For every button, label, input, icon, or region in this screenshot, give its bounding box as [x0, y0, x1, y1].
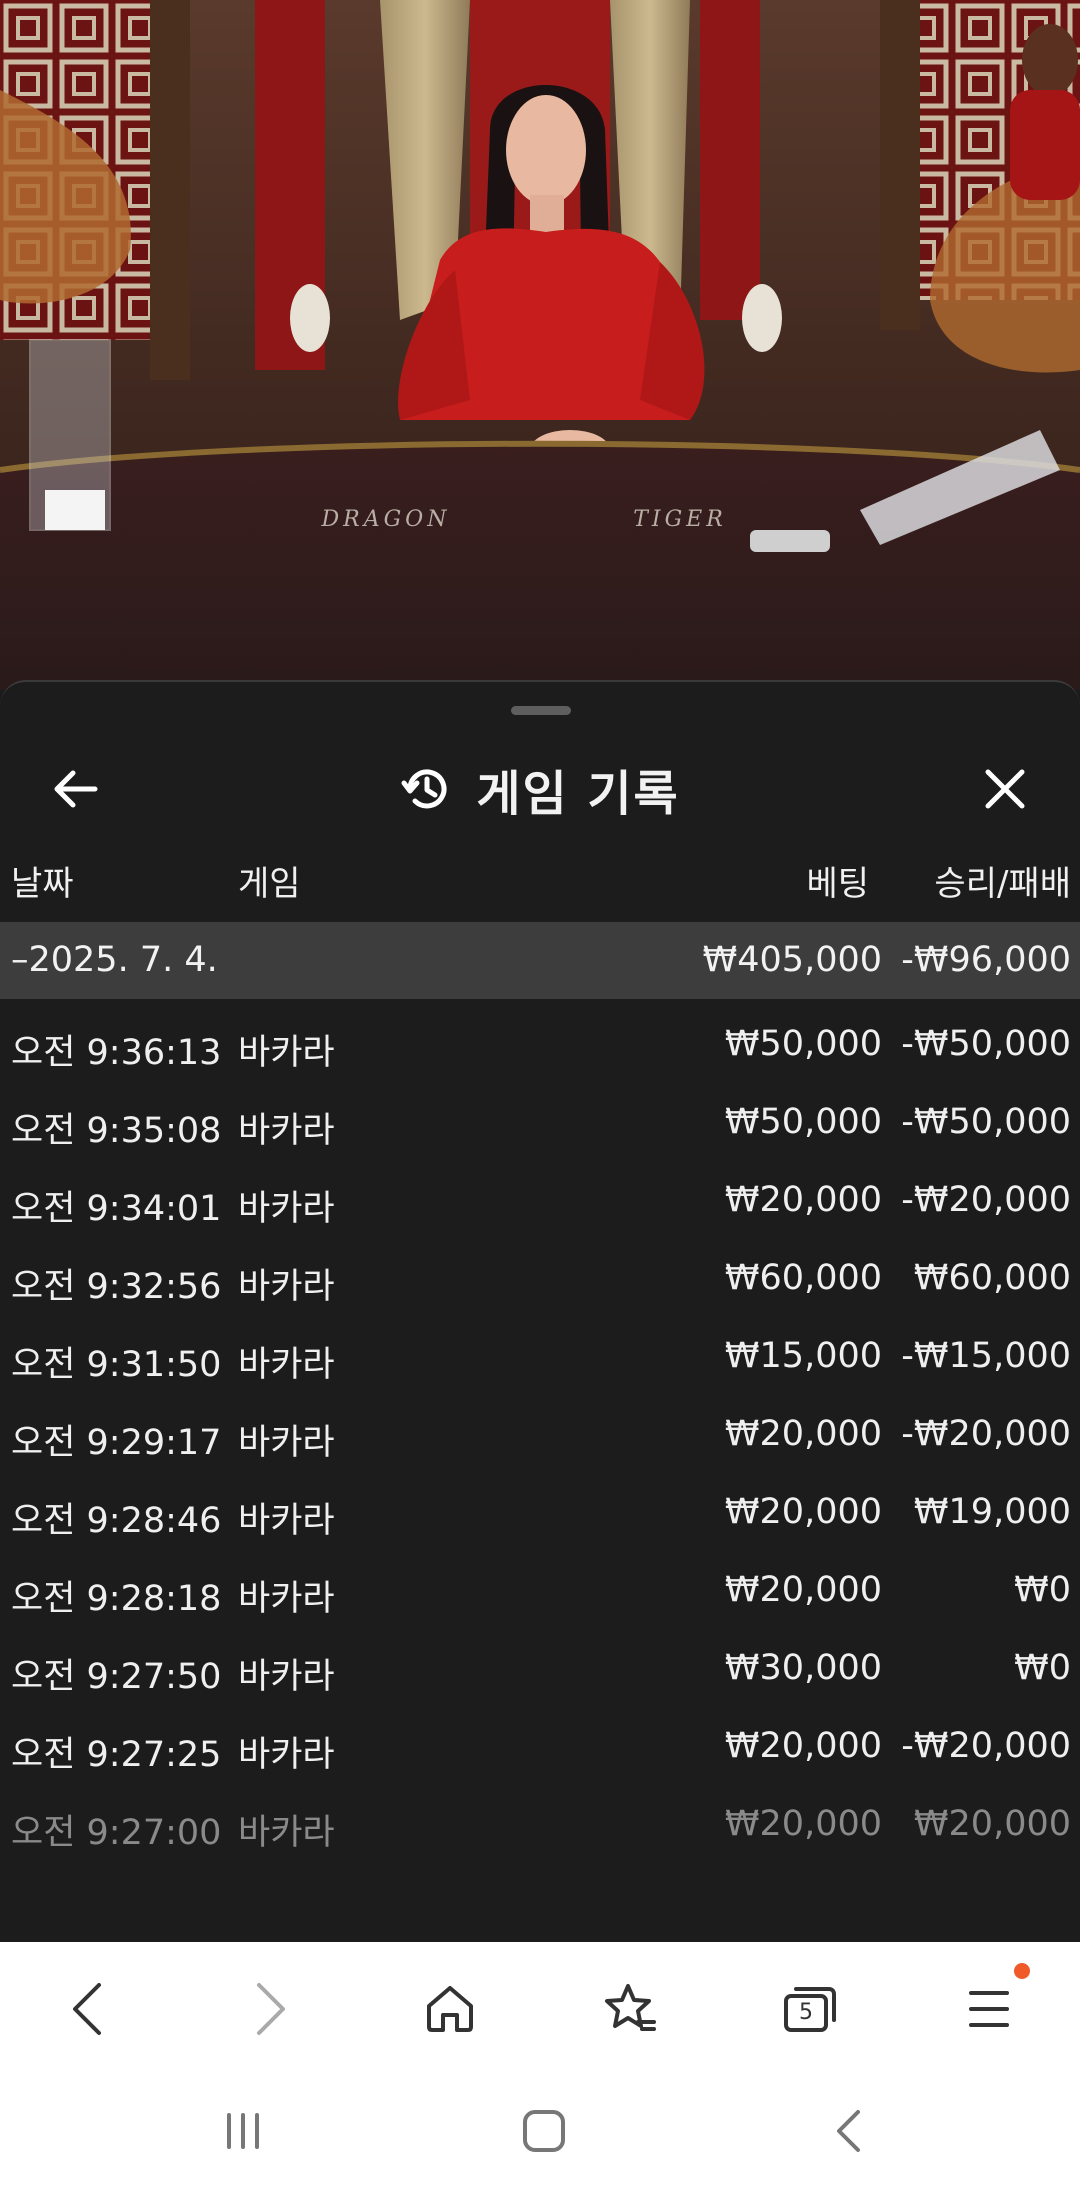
browser-forward-button[interactable]: [226, 1964, 316, 2054]
row-result: ₩0: [1014, 1648, 1071, 1688]
row-time: 오전 9:27:25: [11, 1735, 222, 1775]
tab-count: 5: [799, 1999, 813, 2025]
recent-apps-button[interactable]: [193, 2086, 293, 2176]
row-game: 바카라: [238, 1423, 335, 1463]
dealer-scene-illustration: DRAGON TIGER: [0, 0, 1080, 690]
row-time: 오전 9:29:17: [11, 1423, 222, 1463]
arrow-left-icon: [54, 770, 98, 808]
row-game: 바카라: [238, 1189, 335, 1229]
system-home-button[interactable]: [494, 2086, 594, 2176]
summary-bet-total: ₩405,000: [702, 940, 882, 980]
history-row[interactable]: 오전 9:34:01 바카라 ₩20,000 -₩20,000: [0, 1160, 1080, 1238]
menu-icon: [969, 1991, 1009, 2027]
row-time: 오전 9:32:56: [11, 1267, 222, 1307]
system-back-button[interactable]: [798, 2086, 898, 2176]
row-game: 바카라: [238, 1033, 335, 1073]
row-time: 오전 9:34:01: [11, 1189, 222, 1229]
history-row[interactable]: 오전 9:27:00 바카라 ₩20,000 ₩20,000: [0, 1784, 1080, 1862]
close-icon: [985, 769, 1025, 809]
date-summary-row[interactable]: –2025. 7. 4. ₩405,000 -₩96,000: [0, 922, 1080, 999]
history-row[interactable]: 오전 9:27:50 바카라 ₩30,000 ₩0: [0, 1628, 1080, 1706]
row-result: -₩50,000: [901, 1102, 1071, 1142]
row-time: 오전 9:27:50: [11, 1657, 222, 1697]
tabs-button[interactable]: 5: [765, 1964, 855, 2054]
back-arrow-icon: [73, 1983, 101, 2035]
history-row[interactable]: 오전 9:29:17 바카라 ₩20,000 -₩20,000: [0, 1394, 1080, 1472]
browser-home-button[interactable]: [405, 1964, 495, 2054]
row-result: -₩15,000: [901, 1336, 1071, 1376]
sheet-title: 게임 기록: [476, 766, 680, 822]
column-header-game: 게임: [238, 864, 301, 904]
row-time: 오전 9:31:50: [11, 1345, 222, 1385]
browser-toolbar: 5: [0, 1942, 1080, 2072]
bookmarks-star-icon: [605, 1984, 656, 2031]
history-row[interactable]: 오전 9:31:50 바카라 ₩15,000 -₩15,000: [0, 1316, 1080, 1394]
row-result: -₩20,000: [901, 1180, 1071, 1220]
forward-arrow-icon: [257, 1983, 285, 2035]
row-result: -₩50,000: [901, 1024, 1071, 1064]
row-time: 오전 9:36:13: [11, 1033, 222, 1073]
row-bet: ₩60,000: [724, 1258, 882, 1298]
row-result: ₩0: [1014, 1570, 1071, 1610]
back-button-icon: [837, 2110, 860, 2152]
summary-date: –2025. 7. 4.: [11, 940, 218, 980]
row-bet: ₩20,000: [724, 1492, 882, 1532]
browser-back-button[interactable]: [42, 1964, 132, 2054]
history-row[interactable]: 오전 9:35:08 바카라 ₩50,000 -₩50,000: [0, 1082, 1080, 1160]
back-button[interactable]: [30, 744, 120, 834]
row-result: -₩20,000: [901, 1414, 1071, 1454]
row-bet: ₩50,000: [724, 1024, 882, 1064]
row-game: 바카라: [238, 1735, 335, 1775]
row-time: 오전 9:28:18: [11, 1579, 222, 1619]
history-row[interactable]: 오전 9:36:13 바카라 ₩50,000 -₩50,000: [0, 1004, 1080, 1082]
recent-apps-icon: [227, 2113, 259, 2149]
history-row[interactable]: 오전 9:28:46 바카라 ₩20,000 ₩19,000: [0, 1472, 1080, 1550]
table-label-tiger: TIGER: [633, 507, 727, 532]
row-game: 바카라: [238, 1501, 335, 1541]
history-icon: [401, 769, 447, 809]
row-bet: ₩30,000: [724, 1648, 882, 1688]
column-header-bet: 베팅: [806, 864, 869, 904]
live-dealer-video: DRAGON TIGER: [0, 0, 1080, 690]
history-row[interactable]: 오전 9:32:56 바카라 ₩60,000 ₩60,000: [0, 1238, 1080, 1316]
row-bet: ₩20,000: [724, 1180, 882, 1220]
row-time: 오전 9:28:46: [11, 1501, 222, 1541]
game-history-sheet: 게임 기록 날짜 게임 베팅 승리/패배 –2025. 7. 4. ₩405,0…: [0, 680, 1080, 1944]
column-header-date: 날짜: [11, 864, 74, 904]
close-button[interactable]: [960, 744, 1050, 834]
row-bet: ₩20,000: [724, 1414, 882, 1454]
table-label-dragon: DRAGON: [321, 507, 451, 532]
row-result: ₩60,000: [913, 1258, 1071, 1298]
row-bet: ₩20,000: [724, 1570, 882, 1610]
scroll-fade: [0, 1882, 1080, 1944]
row-result: ₩20,000: [913, 1804, 1071, 1844]
summary-result-total: -₩96,000: [901, 940, 1071, 980]
tabs-icon: 5: [782, 1984, 838, 2034]
row-game: 바카라: [238, 1345, 335, 1385]
sheet-header: 게임 기록: [0, 744, 1080, 834]
history-row[interactable]: 오전 9:27:25 바카라 ₩20,000 -₩20,000: [0, 1706, 1080, 1784]
row-bet: ₩50,000: [724, 1102, 882, 1142]
system-navigation-bar: [0, 2072, 1080, 2193]
row-result: -₩20,000: [901, 1726, 1071, 1766]
row-bet: ₩20,000: [724, 1726, 882, 1766]
row-bet: ₩15,000: [724, 1336, 882, 1376]
row-game: 바카라: [238, 1111, 335, 1151]
drag-handle[interactable]: [511, 706, 571, 715]
row-bet: ₩20,000: [724, 1804, 882, 1844]
row-time: 오전 9:27:00: [11, 1813, 222, 1853]
menu-notification-dot: [1014, 1963, 1030, 1979]
row-game: 바카라: [238, 1267, 335, 1307]
home-button-icon: [523, 2110, 565, 2152]
column-header-result: 승리/패배: [934, 864, 1071, 904]
row-result: ₩19,000: [913, 1492, 1071, 1532]
row-game: 바카라: [238, 1579, 335, 1619]
history-row[interactable]: 오전 9:28:18 바카라 ₩20,000 ₩0: [0, 1550, 1080, 1628]
home-icon: [427, 1986, 473, 2032]
row-game: 바카라: [238, 1657, 335, 1697]
row-game: 바카라: [238, 1813, 335, 1853]
row-time: 오전 9:35:08: [11, 1111, 222, 1151]
bookmarks-button[interactable]: [585, 1964, 675, 2054]
